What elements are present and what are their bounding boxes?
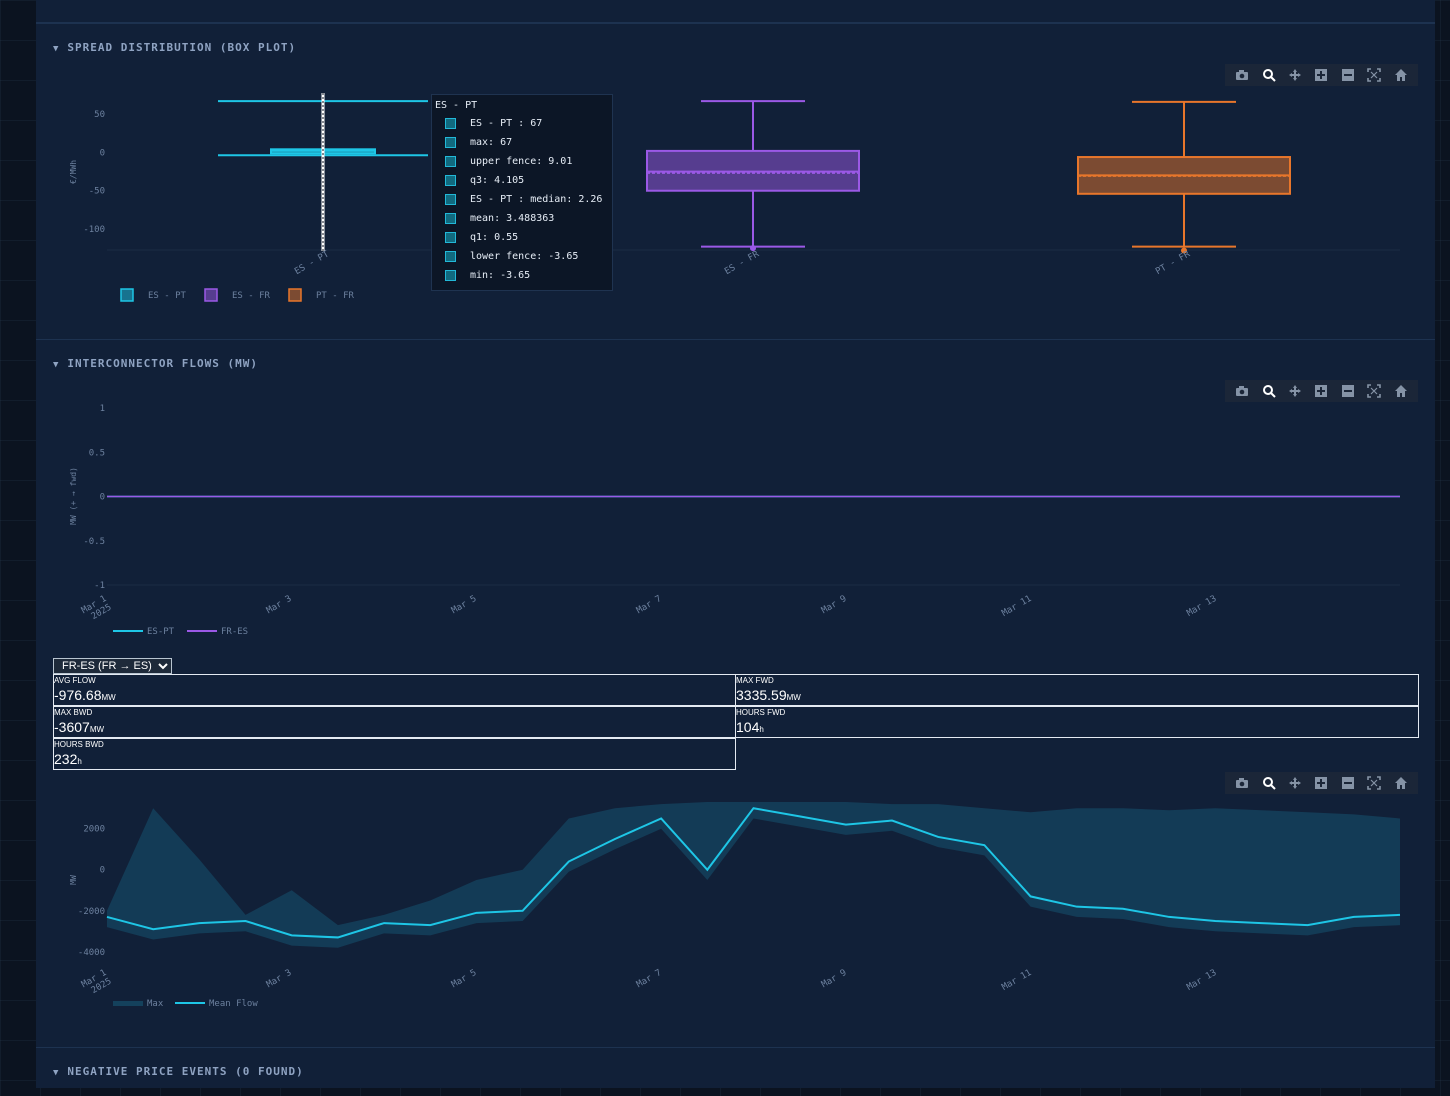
tooltip-row-text: lower fence: -3.65 bbox=[470, 250, 579, 262]
stat-value: 3335.59MW bbox=[736, 687, 801, 703]
y-tick-label: 50 bbox=[94, 110, 105, 120]
y-tick-label: -1 bbox=[94, 581, 105, 591]
y-tick-label: -2000 bbox=[78, 907, 105, 917]
charts-layer: 500-50-100€/MWhES - PT ES - FR PT - FRES -… bbox=[69, 93, 1401, 1009]
stat-value: -976.68MW bbox=[54, 687, 116, 703]
flow-direction-select[interactable]: FR-ES (FR → ES) bbox=[53, 658, 172, 674]
y-axis-title: €/MWh bbox=[69, 160, 78, 184]
y-tick-label: 2000 bbox=[83, 825, 105, 835]
y-tick-label: -4000 bbox=[78, 948, 105, 958]
x-tick-label: Mar 3 bbox=[265, 594, 293, 616]
tooltip-row-text: upper fence: 9.01 bbox=[470, 155, 573, 167]
tooltip-row-text: max: 67 bbox=[470, 136, 513, 148]
tooltip-title: ES - PT bbox=[435, 100, 478, 111]
x-tick-label: Mar 12025 bbox=[80, 594, 113, 625]
x-tick-label: Mar 5 bbox=[450, 968, 478, 990]
stat-value: -3607MW bbox=[54, 719, 105, 735]
flow-area-chart[interactable]: 2000 0 -2000 -4000 MW Mar 12025 Mar 3 Mar 5 Mar … bbox=[69, 802, 1401, 1009]
x-category-label: ES - FR bbox=[723, 249, 761, 277]
x-tick-label: Mar 11 bbox=[1000, 594, 1033, 619]
y-axis-title: MW bbox=[69, 875, 78, 885]
legend-label: ES - PT bbox=[148, 291, 187, 301]
tooltip-row-text: q3: 4.105 bbox=[470, 174, 525, 186]
stat-avg-flow: AVG FLOW -976.68MW bbox=[53, 674, 736, 706]
stat-label: HOURS BWD bbox=[54, 740, 104, 749]
tooltip-row-text: min: -3.65 bbox=[470, 269, 531, 281]
y-tick-label: 0.5 bbox=[89, 448, 105, 458]
legend-swatch bbox=[445, 193, 456, 205]
legend-swatch bbox=[445, 212, 456, 224]
legend-swatch bbox=[204, 288, 218, 302]
x-tick-label: Mar 9 bbox=[820, 594, 848, 616]
x-tick-label: Mar 11 bbox=[1000, 968, 1033, 993]
x-category-label: ES - PT bbox=[293, 249, 331, 277]
stat-label: MAX FWD bbox=[736, 676, 774, 685]
max-area bbox=[107, 802, 1400, 948]
x-tick-label: Mar 7 bbox=[635, 594, 663, 616]
tooltip-row-text: ES - PT : 67 bbox=[470, 117, 543, 129]
tooltip-row-text: q1: 0.55 bbox=[470, 231, 519, 243]
tooltip-row: min: -3.65 bbox=[445, 268, 530, 282]
legend-swatch bbox=[445, 250, 456, 262]
y-tick-label: 0 bbox=[100, 493, 105, 503]
stat-hours-fwd: HOURS FWD 104h bbox=[735, 706, 1419, 738]
stat-label: AVG FLOW bbox=[54, 676, 96, 685]
y-tick-label: -0.5 bbox=[83, 537, 105, 547]
legend-swatch bbox=[288, 288, 302, 302]
legend-label: Mean Flow bbox=[209, 999, 258, 1009]
legend-swatch bbox=[120, 288, 134, 302]
legend-swatch bbox=[113, 1001, 143, 1006]
y-tick-label: -100 bbox=[83, 225, 105, 235]
x-tick-label: Mar 5 bbox=[450, 594, 478, 616]
stat-value: 104h bbox=[736, 719, 764, 735]
tooltip-row: ES - PT : median: 2.26 bbox=[445, 192, 602, 206]
tooltip-row: lower fence: -3.65 bbox=[445, 249, 578, 263]
stat-label: MAX BWD bbox=[54, 708, 93, 717]
y-tick-label: 0 bbox=[100, 148, 105, 158]
x-category-label: PT - FR bbox=[1154, 249, 1192, 277]
flows-line-chart[interactable]: 1 0.5 0 -0.5 -1 MW (+ → fwd) Mar 12025 Mar 3 Mar… bbox=[69, 404, 1400, 637]
tooltip-row-text: mean: 3.488363 bbox=[470, 212, 555, 224]
x-tick-label: Mar 13 bbox=[1185, 968, 1218, 993]
tooltip-row-text: ES - PT : median: 2.26 bbox=[470, 193, 603, 205]
stat-value: 232h bbox=[54, 751, 82, 767]
legend-swatch bbox=[445, 117, 456, 129]
tooltip-row: upper fence: 9.01 bbox=[445, 154, 572, 168]
tooltip-row: mean: 3.488363 bbox=[445, 211, 554, 225]
x-tick-label: Mar 3 bbox=[265, 968, 293, 990]
legend-label: PT - FR bbox=[316, 291, 355, 301]
x-tick-label: Mar 7 bbox=[635, 968, 663, 990]
y-tick-label: 1 bbox=[100, 404, 105, 414]
x-tick-label: Mar 12025 bbox=[80, 968, 113, 999]
y-tick-label: -50 bbox=[89, 187, 105, 197]
x-tick-label: Mar 13 bbox=[1185, 594, 1218, 619]
legend-label: ES - FR bbox=[232, 291, 271, 301]
x-tick-label: Mar 9 bbox=[820, 968, 848, 990]
tooltip-row: max: 67 bbox=[445, 135, 512, 149]
stat-max-fwd: MAX FWD 3335.59MW bbox=[735, 674, 1419, 706]
legend-label: Max bbox=[147, 999, 164, 1009]
tooltip-row: ES - PT : 67 bbox=[445, 116, 542, 130]
y-axis-title: MW (+ → fwd) bbox=[69, 467, 78, 525]
y-tick-label: 0 bbox=[100, 866, 105, 876]
stat-max-bwd: MAX BWD -3607MW bbox=[53, 706, 736, 738]
legend-label: FR-ES bbox=[221, 627, 248, 637]
legend-label: ES-PT bbox=[147, 627, 175, 637]
box-plot-chart[interactable]: 50 0 -50 -100 €/MWh ES - PT ES - FR PT - FR ES -… bbox=[69, 93, 1400, 302]
legend-swatch bbox=[445, 174, 456, 186]
stat-label: HOURS FWD bbox=[736, 708, 786, 717]
legend-swatch bbox=[445, 155, 456, 167]
legend-swatch bbox=[445, 269, 456, 281]
legend-swatch bbox=[445, 136, 456, 148]
stat-hours-bwd: HOURS BWD 232h bbox=[53, 738, 736, 770]
legend-swatch bbox=[445, 231, 456, 243]
hover-tooltip: ES - PT ES - PT : 67 max: 67 upper fence: … bbox=[431, 94, 613, 291]
tooltip-row: q3: 4.105 bbox=[445, 173, 524, 187]
tooltip-row: q1: 0.55 bbox=[445, 230, 518, 244]
